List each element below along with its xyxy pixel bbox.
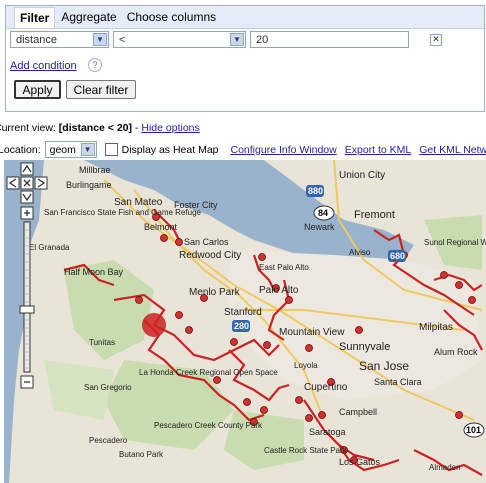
highway-101-label: 101	[466, 425, 481, 435]
export-kml-link[interactable]: Export to KML	[345, 144, 412, 156]
filter-condition-row: distance ▼ < ▼ 20	[10, 31, 409, 48]
heatmap-label: Display as Heat Map	[121, 143, 219, 156]
help-icon[interactable]: ?	[88, 58, 102, 72]
place-label: Saratoga	[309, 427, 346, 437]
highway-280-label: 280	[234, 321, 249, 331]
place-label: Tunitas	[89, 338, 115, 347]
map-zoom-control	[4, 160, 50, 403]
clear-filter-button[interactable]: Clear filter	[66, 80, 136, 99]
tab-bar: Filter Aggregate Choose columns	[6, 6, 484, 29]
place-label: Fremont	[354, 209, 395, 221]
column-select-value: distance	[16, 33, 57, 46]
place-label: Half Moon Bay	[64, 267, 124, 277]
place-label: Union City	[339, 170, 385, 181]
operator-select-value: <	[119, 33, 126, 46]
place-label: San Jose	[359, 359, 409, 373]
highway-84-label: 84	[318, 208, 328, 218]
place-label: Milpitas	[419, 322, 453, 333]
place-label: Mountain View	[279, 327, 345, 338]
place-label: Sunnyvale	[339, 341, 390, 353]
current-view-line: Current view: [distance < 20] - Hide opt…	[0, 122, 200, 134]
zoom-slider-handle[interactable]	[19, 305, 35, 314]
place-label: Campbell	[339, 407, 377, 417]
location-select[interactable]: geom ▼	[44, 141, 97, 158]
column-select[interactable]: distance ▼	[10, 31, 109, 48]
value-input[interactable]: 20	[250, 31, 409, 48]
configure-info-window-link[interactable]: Configure Info Window	[231, 144, 337, 156]
place-label: San Carlos	[184, 237, 229, 247]
place-label: Palo Alto	[259, 285, 299, 296]
place-label: Menlo Park	[189, 287, 241, 298]
operator-select[interactable]: < ▼	[113, 31, 246, 48]
pan-right-icon[interactable]	[34, 176, 48, 190]
map-view[interactable]: 880 84 101 280 680 Millbrae Burlingame S…	[4, 160, 486, 483]
tab-filter[interactable]: Filter	[14, 6, 56, 28]
place-label: Pescadero Creek County Park	[154, 421, 263, 430]
place-label: Alviso	[349, 248, 371, 257]
pan-left-icon[interactable]	[6, 176, 20, 190]
place-label: Burlingame	[66, 180, 112, 190]
place-label: Redwood City	[179, 250, 241, 261]
chevron-down-icon[interactable]: ▼	[230, 33, 244, 46]
chevron-down-icon[interactable]: ▼	[93, 33, 107, 46]
highway-680-label: 680	[390, 251, 405, 261]
place-label: Los Gatos	[339, 457, 381, 467]
pan-down-icon[interactable]	[20, 190, 34, 204]
zoom-control-graphic	[6, 162, 48, 389]
place-label: Santa Clara	[374, 377, 422, 387]
place-label: Belmont	[144, 222, 178, 232]
current-view-value: [distance < 20]	[58, 122, 133, 134]
place-label: San Francisco State Fish and Game Refuge	[44, 208, 202, 217]
place-label: Pescadero	[89, 436, 128, 445]
place-label: Millbrae	[79, 165, 111, 175]
place-label: Almaden	[429, 463, 461, 472]
place-label: East Palo Alto	[259, 263, 309, 272]
chevron-down-icon[interactable]: ▼	[80, 143, 95, 156]
place-label: Loyola	[294, 361, 318, 370]
place-label: San Gregorio	[84, 383, 132, 392]
location-row: Location: geom ▼ Display as Heat Map Con…	[0, 141, 486, 158]
current-view-label: Current view:	[0, 122, 56, 134]
heatmap-checkbox[interactable]	[104, 143, 118, 156]
hide-options-link[interactable]: Hide options	[141, 122, 199, 134]
remove-condition-icon[interactable]: ✕	[430, 34, 442, 46]
place-label: Castle Rock State Park	[264, 446, 348, 455]
add-condition-link[interactable]: Add condition	[10, 60, 77, 72]
pan-up-icon[interactable]	[20, 162, 34, 176]
place-label: Alum Rock	[434, 347, 478, 357]
place-label: La Honda Creek Regional Open Space	[139, 368, 278, 377]
place-label: San Mateo	[114, 197, 163, 208]
apply-button[interactable]: Apply	[14, 80, 61, 99]
value-input-text: 20	[256, 33, 269, 46]
map-canvas[interactable]: 880 84 101 280 680 Millbrae Burlingame S…	[4, 160, 486, 483]
place-label: Cupertino	[304, 382, 348, 393]
place-label: Sunol Regional Wilderness	[424, 238, 486, 247]
zoom-slider-track[interactable]	[23, 221, 31, 373]
tab-aggregate[interactable]: Aggregate	[57, 8, 120, 26]
place-label: Newark	[304, 222, 335, 232]
place-label: Butano Park	[119, 450, 164, 459]
highway-880-label: 880	[308, 186, 323, 196]
location-select-value: geom	[49, 143, 76, 156]
place-label: Stanford	[224, 307, 262, 318]
location-label: Location:	[0, 143, 41, 156]
kml-network-link[interactable]: Get KML Netw	[419, 144, 486, 156]
tab-choose-columns[interactable]: Choose columns	[123, 8, 220, 26]
